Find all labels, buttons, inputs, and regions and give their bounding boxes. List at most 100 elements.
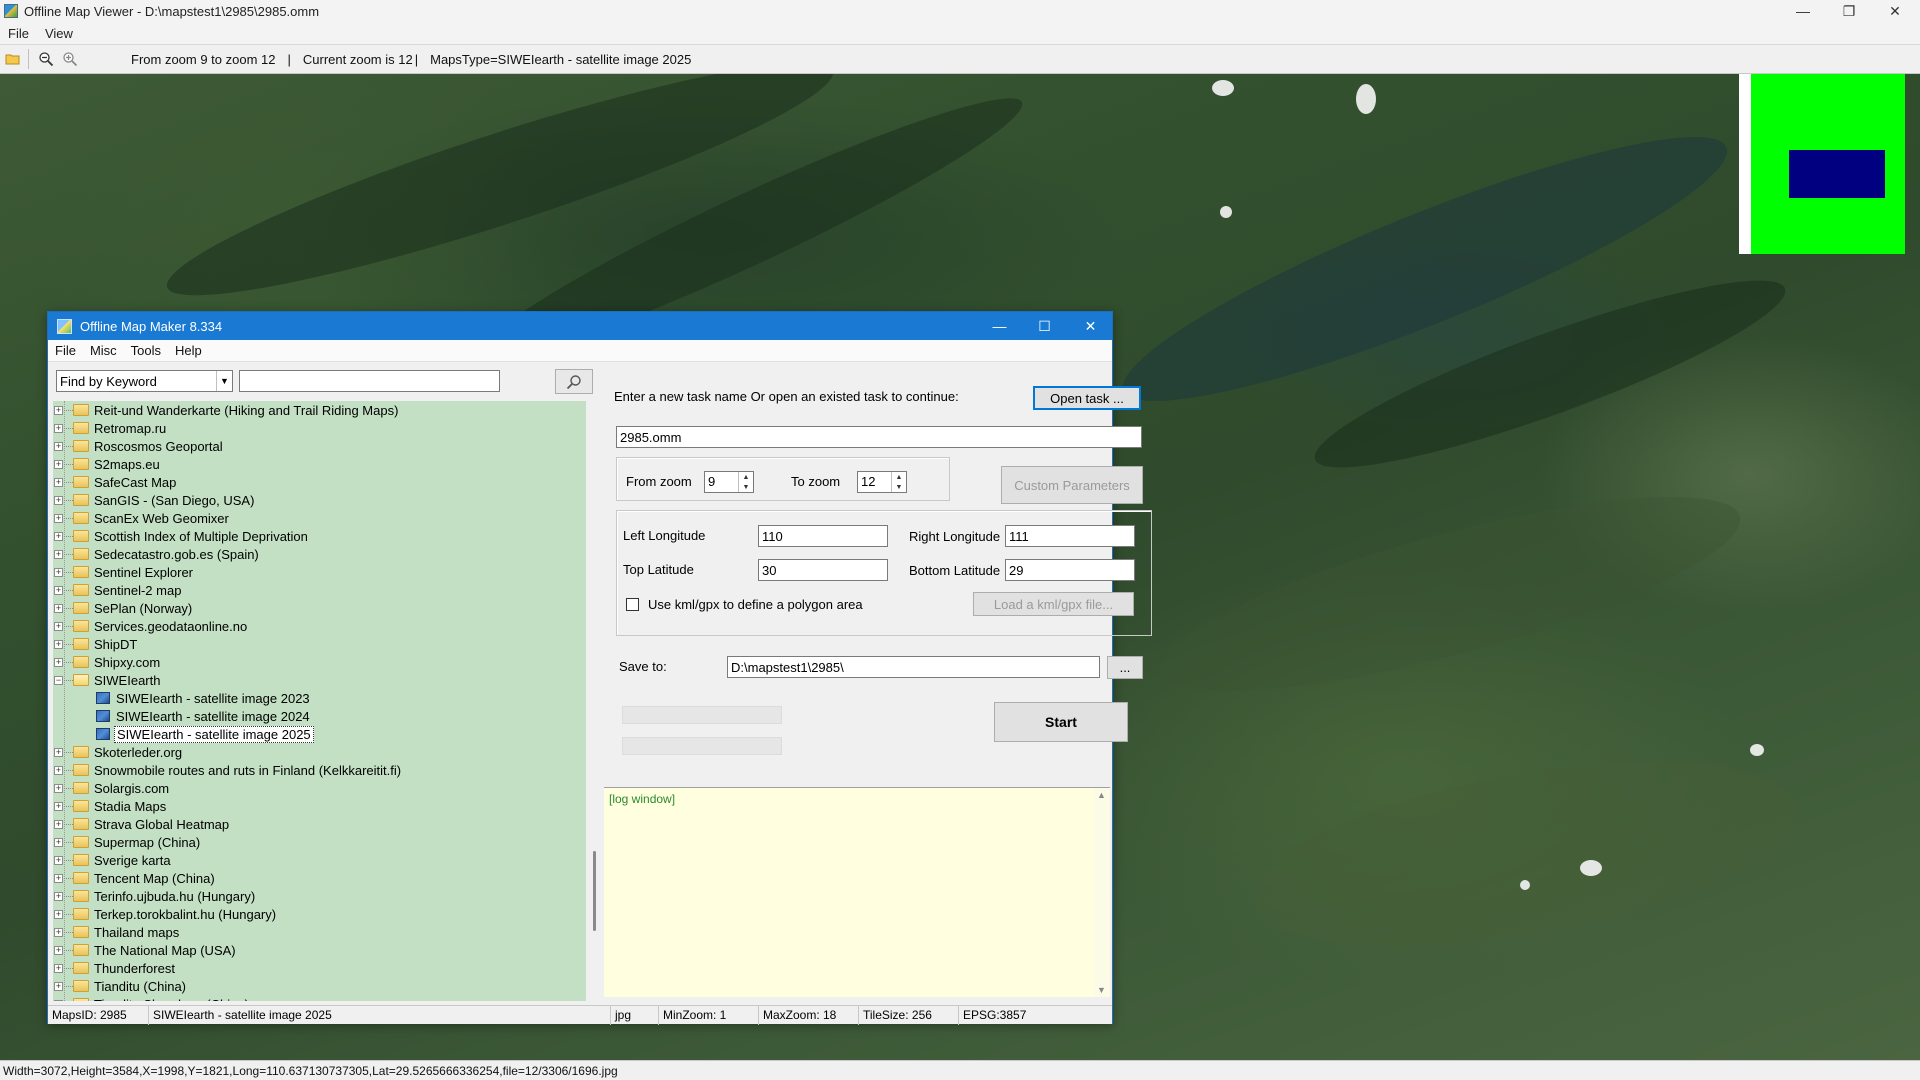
open-task-button[interactable]: Open task ... — [1033, 386, 1141, 410]
expand-icon[interactable]: + — [54, 855, 63, 865]
search-input[interactable] — [239, 370, 500, 392]
close-button[interactable]: ✕ — [1872, 0, 1918, 22]
tree-folder-item[interactable]: + The National Map (USA) — [53, 941, 586, 959]
tree-folder-item[interactable]: − SIWEIearth — [53, 671, 586, 689]
expand-icon[interactable]: + — [54, 963, 63, 973]
expand-icon[interactable]: + — [54, 621, 63, 631]
expand-icon[interactable]: + — [54, 495, 63, 505]
expand-icon[interactable]: + — [54, 603, 63, 613]
expand-icon[interactable]: + — [54, 639, 63, 649]
expand-icon[interactable]: + — [54, 981, 63, 991]
tree-folder-item[interactable]: + Tencent Map (China) — [53, 869, 586, 887]
top-latitude-input[interactable] — [758, 559, 888, 581]
tree-folder-item[interactable]: + Roscosmos Geoportal — [53, 437, 586, 455]
task-name-input[interactable] — [616, 426, 1142, 448]
expand-icon[interactable]: + — [54, 819, 63, 829]
browse-button[interactable]: ... — [1107, 656, 1143, 679]
expand-icon[interactable]: + — [54, 441, 63, 451]
tree-folder-item[interactable]: + Scottish Index of Multiple Deprivation — [53, 527, 586, 545]
tree-folder-item[interactable]: + Tianditu (China) — [53, 977, 586, 995]
expand-icon[interactable]: + — [54, 873, 63, 883]
search-mode-select[interactable]: Find by Keyword ▼ — [56, 370, 233, 392]
to-zoom-stepper[interactable]: 12 ▲ ▼ — [857, 471, 907, 493]
expand-icon[interactable]: + — [54, 567, 63, 577]
dialog-menu-misc[interactable]: Misc — [83, 343, 124, 358]
minimize-button[interactable]: — — [1780, 0, 1826, 22]
log-window[interactable]: [log window] ▲ ▼ — [604, 787, 1110, 997]
expand-icon[interactable]: + — [54, 459, 63, 469]
tree-folder-item[interactable]: + Reit-und Wanderkarte (Hiking and Trail … — [53, 401, 586, 419]
tree-child-item[interactable]: SIWEIearth - satellite image 2024 — [53, 707, 586, 725]
expand-icon[interactable]: + — [54, 747, 63, 757]
expand-icon[interactable]: + — [54, 513, 63, 523]
tree-folder-item[interactable]: + SePlan (Norway) — [53, 599, 586, 617]
tree-folder-item[interactable]: + Skoterleder.org — [53, 743, 586, 761]
tree-folder-item[interactable]: + Terkep.torokbalint.hu (Hungary) — [53, 905, 586, 923]
expand-icon[interactable]: + — [54, 783, 63, 793]
map-source-tree[interactable]: + Reit-und Wanderkarte (Hiking and Trail … — [53, 401, 586, 1001]
expand-icon[interactable]: + — [54, 837, 63, 847]
scroll-up-icon[interactable]: ▲ — [1097, 790, 1106, 800]
expand-icon[interactable]: + — [54, 891, 63, 901]
tree-child-item[interactable]: SIWEIearth - satellite image 2025 — [53, 725, 586, 743]
bottom-latitude-input[interactable] — [1005, 559, 1135, 581]
tree-folder-item[interactable]: + Thunderforest — [53, 959, 586, 977]
expand-icon[interactable]: + — [54, 585, 63, 595]
tree-folder-item[interactable]: + Retromap.ru — [53, 419, 586, 437]
tree-folder-item[interactable]: + Sentinel-2 map — [53, 581, 586, 599]
custom-parameters-button[interactable]: Custom Parameters — [1001, 466, 1143, 504]
chevron-down-icon[interactable]: ▼ — [739, 482, 753, 492]
search-button[interactable] — [555, 369, 593, 394]
collapse-icon[interactable]: − — [54, 675, 63, 685]
log-scrollbar[interactable]: ▲ ▼ — [1094, 788, 1110, 997]
tree-folder-item[interactable]: + Strava Global Heatmap — [53, 815, 586, 833]
expand-icon[interactable]: + — [54, 405, 63, 415]
tree-scrollbar[interactable] — [588, 401, 604, 1001]
kml-polygon-checkbox[interactable] — [626, 598, 639, 611]
tree-folder-item[interactable]: + S2maps.eu — [53, 455, 586, 473]
tree-scrollbar-thumb[interactable] — [593, 851, 596, 931]
chevron-up-icon[interactable]: ▲ — [739, 472, 753, 482]
zoom-in-button[interactable] — [59, 48, 81, 70]
tree-folder-item[interactable]: + ShipDT — [53, 635, 586, 653]
tree-folder-item[interactable]: + Sedecatastro.gob.es (Spain) — [53, 545, 586, 563]
dialog-minimize-button[interactable]: — — [977, 312, 1022, 340]
from-zoom-stepper[interactable]: 9 ▲ ▼ — [704, 471, 754, 493]
menu-view[interactable]: View — [37, 26, 81, 41]
tree-folder-item[interactable]: + Snowmobile routes and ruts in Finland (… — [53, 761, 586, 779]
tree-folder-item[interactable]: + Sverige karta — [53, 851, 586, 869]
scroll-down-icon[interactable]: ▼ — [1097, 985, 1106, 995]
start-button[interactable]: Start — [994, 702, 1128, 742]
expand-icon[interactable]: + — [54, 999, 63, 1001]
left-longitude-input[interactable] — [758, 525, 888, 547]
expand-icon[interactable]: + — [54, 531, 63, 541]
expand-icon[interactable]: + — [54, 945, 63, 955]
right-longitude-input[interactable] — [1005, 525, 1135, 547]
tree-folder-item[interactable]: + SanGIS - (San Diego, USA) — [53, 491, 586, 509]
tree-folder-item[interactable]: + Thailand maps — [53, 923, 586, 941]
expand-icon[interactable]: + — [54, 801, 63, 811]
tree-folder-item[interactable]: + ScanEx Web Geomixer — [53, 509, 586, 527]
tree-folder-item[interactable]: + Shipxy.com — [53, 653, 586, 671]
dialog-close-button[interactable]: ✕ — [1068, 312, 1113, 340]
tree-folder-item[interactable]: + SafeCast Map — [53, 473, 586, 491]
tree-folder-item[interactable]: + Terinfo.ujbuda.hu (Hungary) — [53, 887, 586, 905]
tree-folder-item[interactable]: + Sentinel Explorer — [53, 563, 586, 581]
open-folder-button[interactable] — [2, 48, 24, 70]
maximize-button[interactable]: ❐ — [1826, 0, 1872, 22]
chevron-down-icon[interactable]: ▼ — [892, 482, 906, 492]
expand-icon[interactable]: + — [54, 657, 63, 667]
dialog-menu-help[interactable]: Help — [168, 343, 209, 358]
expand-icon[interactable]: + — [54, 927, 63, 937]
chevron-down-icon[interactable]: ▼ — [216, 371, 232, 391]
expand-icon[interactable]: + — [54, 549, 63, 559]
tree-folder-item[interactable]: + Supermap (China) — [53, 833, 586, 851]
tree-folder-item[interactable]: + Stadia Maps — [53, 797, 586, 815]
chevron-up-icon[interactable]: ▲ — [892, 472, 906, 482]
menu-file[interactable]: File — [0, 26, 37, 41]
tree-folder-item[interactable]: + Services.geodataonline.no — [53, 617, 586, 635]
tree-folder-item[interactable]: + Solargis.com — [53, 779, 586, 797]
tree-child-item[interactable]: SIWEIearth - satellite image 2023 — [53, 689, 586, 707]
expand-icon[interactable]: + — [54, 765, 63, 775]
save-path-input[interactable] — [727, 656, 1100, 678]
